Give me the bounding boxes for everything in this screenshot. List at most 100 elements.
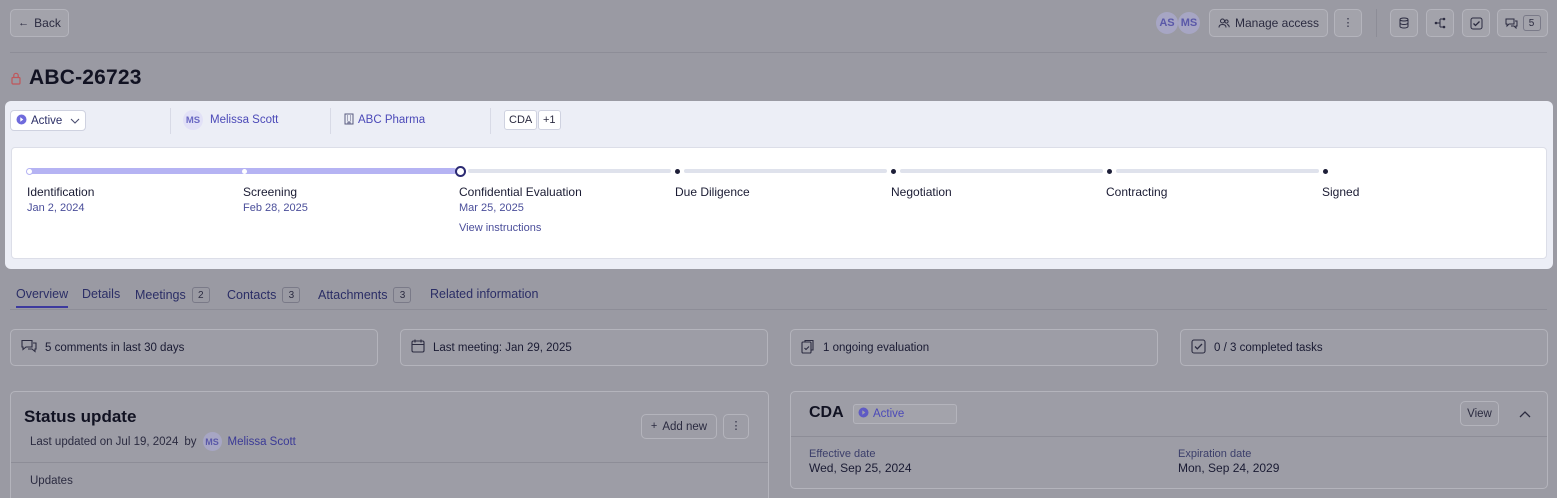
tab-meetings[interactable]: Meetings 2 xyxy=(135,287,210,303)
stage-marker xyxy=(1107,169,1112,174)
tab-count: 3 xyxy=(282,287,301,303)
users-icon xyxy=(1218,17,1230,29)
tab-count: 2 xyxy=(191,287,210,303)
last-updated-text: Last updated on Jul 19, 2024 by MS Melis… xyxy=(30,432,296,451)
avatar: MS xyxy=(183,110,203,130)
stat-card-meeting[interactable]: Last meeting: Jan 29, 2025 xyxy=(400,329,768,366)
building-icon xyxy=(344,113,354,128)
card-divider xyxy=(791,436,1547,437)
status-more-button[interactable]: ⋮ xyxy=(723,414,749,439)
divider xyxy=(490,108,491,134)
stage-name: Screening xyxy=(243,185,298,199)
stage-name: Identification xyxy=(27,185,95,199)
database-button[interactable] xyxy=(1390,9,1418,37)
effective-date-value: Wed, Sep 25, 2024 xyxy=(809,461,912,475)
divider xyxy=(170,108,171,134)
add-new-button[interactable]: + Add new xyxy=(641,414,717,439)
tab-label: Contacts xyxy=(227,288,277,302)
header-divider xyxy=(10,52,1547,53)
stage-marker xyxy=(1323,169,1328,174)
chevron-up-icon[interactable] xyxy=(1519,407,1531,421)
stage-marker-completed xyxy=(26,168,33,175)
play-circle-icon xyxy=(858,407,869,421)
company-name: ABC Pharma xyxy=(358,114,426,126)
plus-icon: + xyxy=(650,420,658,432)
calendar-icon xyxy=(411,339,425,356)
tab-contacts[interactable]: Contacts 3 xyxy=(227,287,301,303)
tab-details[interactable]: Details xyxy=(82,287,120,301)
expiration-date-value: Mon, Sep 24, 2029 xyxy=(1178,461,1280,475)
database-icon xyxy=(1398,17,1410,29)
stage-name: Negotiation xyxy=(891,185,952,199)
stage-track xyxy=(468,169,671,173)
card-divider xyxy=(11,462,768,463)
owner-chip[interactable]: MS Melissa Scott xyxy=(183,109,278,131)
arrow-left-icon: ← xyxy=(18,16,30,29)
view-instructions-link[interactable]: View instructions xyxy=(459,222,541,234)
tab-related-information[interactable]: Related information xyxy=(430,287,538,301)
stage-name: Signed xyxy=(1322,185,1360,199)
tag-chip[interactable]: CDA xyxy=(504,110,538,130)
stage-date: Jan 2, 2024 xyxy=(27,202,85,214)
header-divider xyxy=(1376,9,1377,37)
avatar[interactable]: AS xyxy=(1156,12,1178,34)
stage-date: Feb 28, 2025 xyxy=(243,202,308,214)
checkbox-icon xyxy=(1191,338,1206,357)
clipboard-icon xyxy=(801,339,815,357)
avatar[interactable]: MS xyxy=(1178,12,1200,34)
tab-label: Attachments xyxy=(318,288,388,302)
comments-count: 5 xyxy=(1522,15,1541,31)
play-circle-icon xyxy=(16,114,27,128)
stat-text: 5 comments in last 30 days xyxy=(45,341,185,354)
stage-date: Mar 25, 2025 xyxy=(459,202,524,214)
stat-card-tasks[interactable]: 0 / 3 completed tasks xyxy=(1180,329,1548,366)
cda-status-value: Active xyxy=(873,408,905,420)
by-label: by xyxy=(184,435,197,448)
more-tags-chip[interactable]: +1 xyxy=(538,110,561,130)
stage-name: Due Diligence xyxy=(675,185,750,199)
divider xyxy=(330,108,331,134)
page-title: ABC-26723 xyxy=(29,66,142,89)
updates-label: Updates xyxy=(30,475,73,487)
stage-name: Contracting xyxy=(1106,185,1168,199)
effective-date-label: Effective date xyxy=(809,448,876,460)
status-value: Active xyxy=(31,114,63,127)
stage-marker-current xyxy=(455,166,466,177)
stage-marker xyxy=(891,169,896,174)
chevron-down-icon xyxy=(70,115,80,127)
expiration-date-label: Expiration date xyxy=(1178,448,1252,460)
workflow-button[interactable] xyxy=(1426,9,1454,37)
chat-icon xyxy=(1505,17,1518,29)
stat-card-evaluation[interactable]: 1 ongoing evaluation xyxy=(790,329,1158,366)
stat-text: 0 / 3 completed tasks xyxy=(1214,341,1323,354)
checkbox-icon xyxy=(1470,17,1483,30)
stage-track xyxy=(1116,169,1319,173)
stage-name: Confidential Evaluation xyxy=(459,185,582,199)
tabs-divider xyxy=(10,309,1547,310)
comments-button[interactable]: 5 xyxy=(1497,9,1548,37)
stat-card-comments[interactable]: 5 comments in last 30 days xyxy=(10,329,378,366)
author-name[interactable]: Melissa Scott xyxy=(228,436,296,448)
tab-overview[interactable]: Overview xyxy=(16,287,69,308)
last-updated-date: Last updated on Jul 19, 2024 xyxy=(30,435,179,448)
tab-label: Overview xyxy=(16,287,69,301)
avatar: MS xyxy=(202,432,222,451)
add-new-label: Add new xyxy=(662,420,708,433)
back-button[interactable]: ← Back xyxy=(10,9,69,37)
tab-count: 3 xyxy=(393,287,412,303)
lock-icon xyxy=(11,72,21,88)
tab-label: Details xyxy=(82,287,121,301)
stat-text: 1 ongoing evaluation xyxy=(823,341,930,354)
cda-title: CDA xyxy=(809,404,844,421)
cda-status-badge: Active xyxy=(853,404,957,424)
company-link[interactable]: ABC Pharma xyxy=(344,110,425,130)
manage-access-button[interactable]: Manage access xyxy=(1209,9,1328,37)
more-options-button[interactable]: ⋮ xyxy=(1334,9,1362,37)
tab-attachments[interactable]: Attachments 3 xyxy=(318,287,412,303)
cda-view-button[interactable]: View xyxy=(1460,401,1499,426)
stat-text: Last meeting: Jan 29, 2025 xyxy=(433,341,572,354)
status-dropdown[interactable]: Active xyxy=(10,110,86,131)
tab-label: Meetings xyxy=(135,288,186,302)
tasks-button[interactable] xyxy=(1462,9,1490,37)
status-update-title: Status update xyxy=(24,407,137,426)
